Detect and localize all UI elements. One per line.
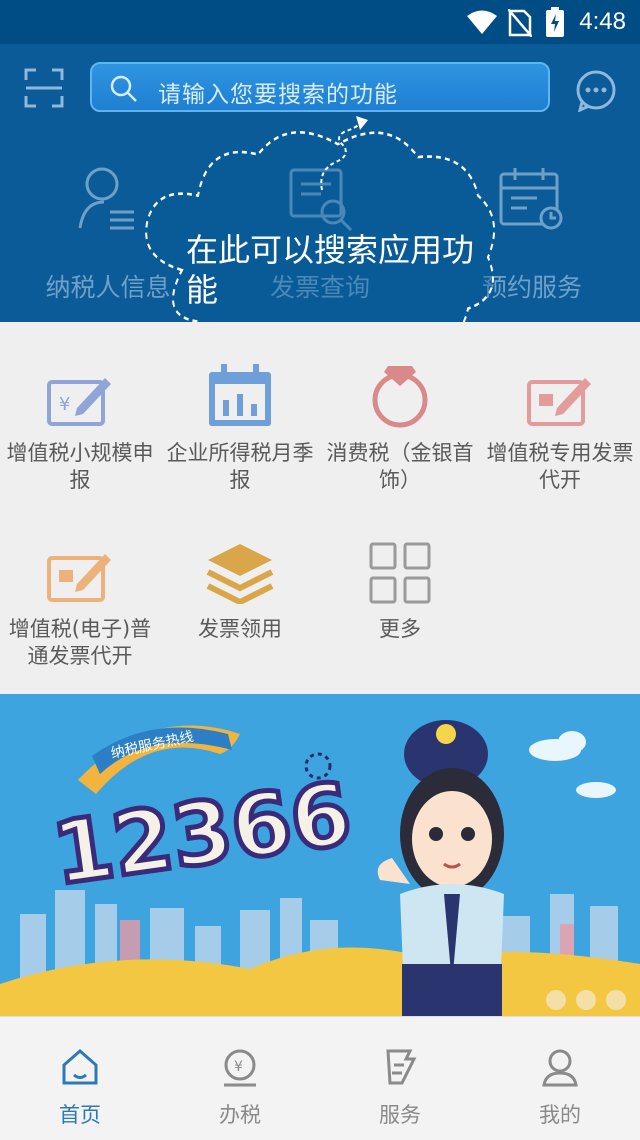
page-dot[interactable] <box>546 990 566 1010</box>
bottom-tab-bar: 首页 ¥ 办税 服务 我的 <box>0 1016 640 1140</box>
tax-edit-icon: ¥ <box>47 378 111 426</box>
service-grid: ¥ 增值税小规模申报 企业所得税月季报 消费税（金银首饰） 增值税专用发票代开 … <box>0 322 640 694</box>
status-bar: 4:48 <box>0 0 640 44</box>
scan-icon[interactable] <box>24 68 64 108</box>
calendar-report-icon <box>209 364 271 426</box>
search-placeholder: 请输入您要搜索的功能 <box>158 82 398 108</box>
service-invoice-collect[interactable]: 发票领用 <box>160 534 320 643</box>
tooltip-arrow-icon <box>320 116 368 191</box>
no-sim-icon <box>508 9 532 37</box>
user-list-icon <box>78 167 134 230</box>
service-vat-small-scale[interactable]: ¥ 增值税小规模申报 <box>0 358 160 494</box>
service-vat-e-invoice[interactable]: 增值税(电子)普通发票代开 <box>0 534 160 670</box>
service-cit-report[interactable]: 企业所得税月季报 <box>160 358 320 494</box>
service-label: 更多 <box>379 617 421 641</box>
page-dot[interactable] <box>576 990 596 1010</box>
tab-tax[interactable]: ¥ 办税 <box>160 1047 320 1129</box>
message-icon[interactable] <box>574 68 618 112</box>
tooltip-text: 在此可以搜索应用功能 <box>186 231 475 309</box>
home-icon <box>62 1049 98 1085</box>
hotline-banner[interactable]: 纳税服务热线 12366 <box>0 694 640 1016</box>
service-label: 增值税小规模申报 <box>6 441 154 492</box>
page-dot[interactable] <box>606 990 626 1010</box>
service-consumption-tax[interactable]: 消费税（金银首饰） <box>320 358 480 494</box>
battery-charging-icon <box>546 7 564 37</box>
banner-illustration: 纳税服务热线 12366 <box>0 720 640 1016</box>
svg-text:¥: ¥ <box>59 394 70 415</box>
banner-pagination[interactable] <box>536 990 626 1014</box>
svg-text:¥: ¥ <box>234 1059 243 1075</box>
tab-label: 我的 <box>539 1103 581 1127</box>
profile-icon <box>542 1049 578 1087</box>
e-invoice-edit-icon <box>47 554 111 602</box>
stack-icon <box>206 544 274 604</box>
grid-more-icon <box>369 542 431 604</box>
service-more[interactable]: 更多 <box>320 534 480 643</box>
search-input[interactable]: 请输入您要搜索的功能 <box>90 62 550 112</box>
tab-service[interactable]: 服务 <box>320 1047 480 1129</box>
tab-label: 服务 <box>379 1103 421 1127</box>
service-label: 增值税专用发票代开 <box>486 441 634 492</box>
tab-home[interactable]: 首页 <box>0 1047 160 1129</box>
search-icon <box>110 75 137 102</box>
wifi-icon <box>467 10 497 34</box>
service-vat-special-invoice[interactable]: 增值税专用发票代开 <box>480 358 640 494</box>
service-label: 发票领用 <box>198 617 282 641</box>
tax-coin-icon: ¥ <box>224 1049 256 1087</box>
tab-label: 首页 <box>59 1103 101 1127</box>
service-label: 增值税(电子)普通发票代开 <box>8 617 152 668</box>
ring-icon <box>372 366 428 428</box>
service-label: 消费税（金银首饰） <box>326 441 474 492</box>
invoice-edit-icon <box>527 378 591 426</box>
tab-mine[interactable]: 我的 <box>480 1047 640 1129</box>
tab-label: 办税 <box>219 1103 261 1127</box>
service-label: 企业所得税月季报 <box>166 441 314 492</box>
clock: 4:48 <box>579 8 626 35</box>
service-icon <box>386 1049 417 1085</box>
calendar-icon <box>499 168 563 230</box>
